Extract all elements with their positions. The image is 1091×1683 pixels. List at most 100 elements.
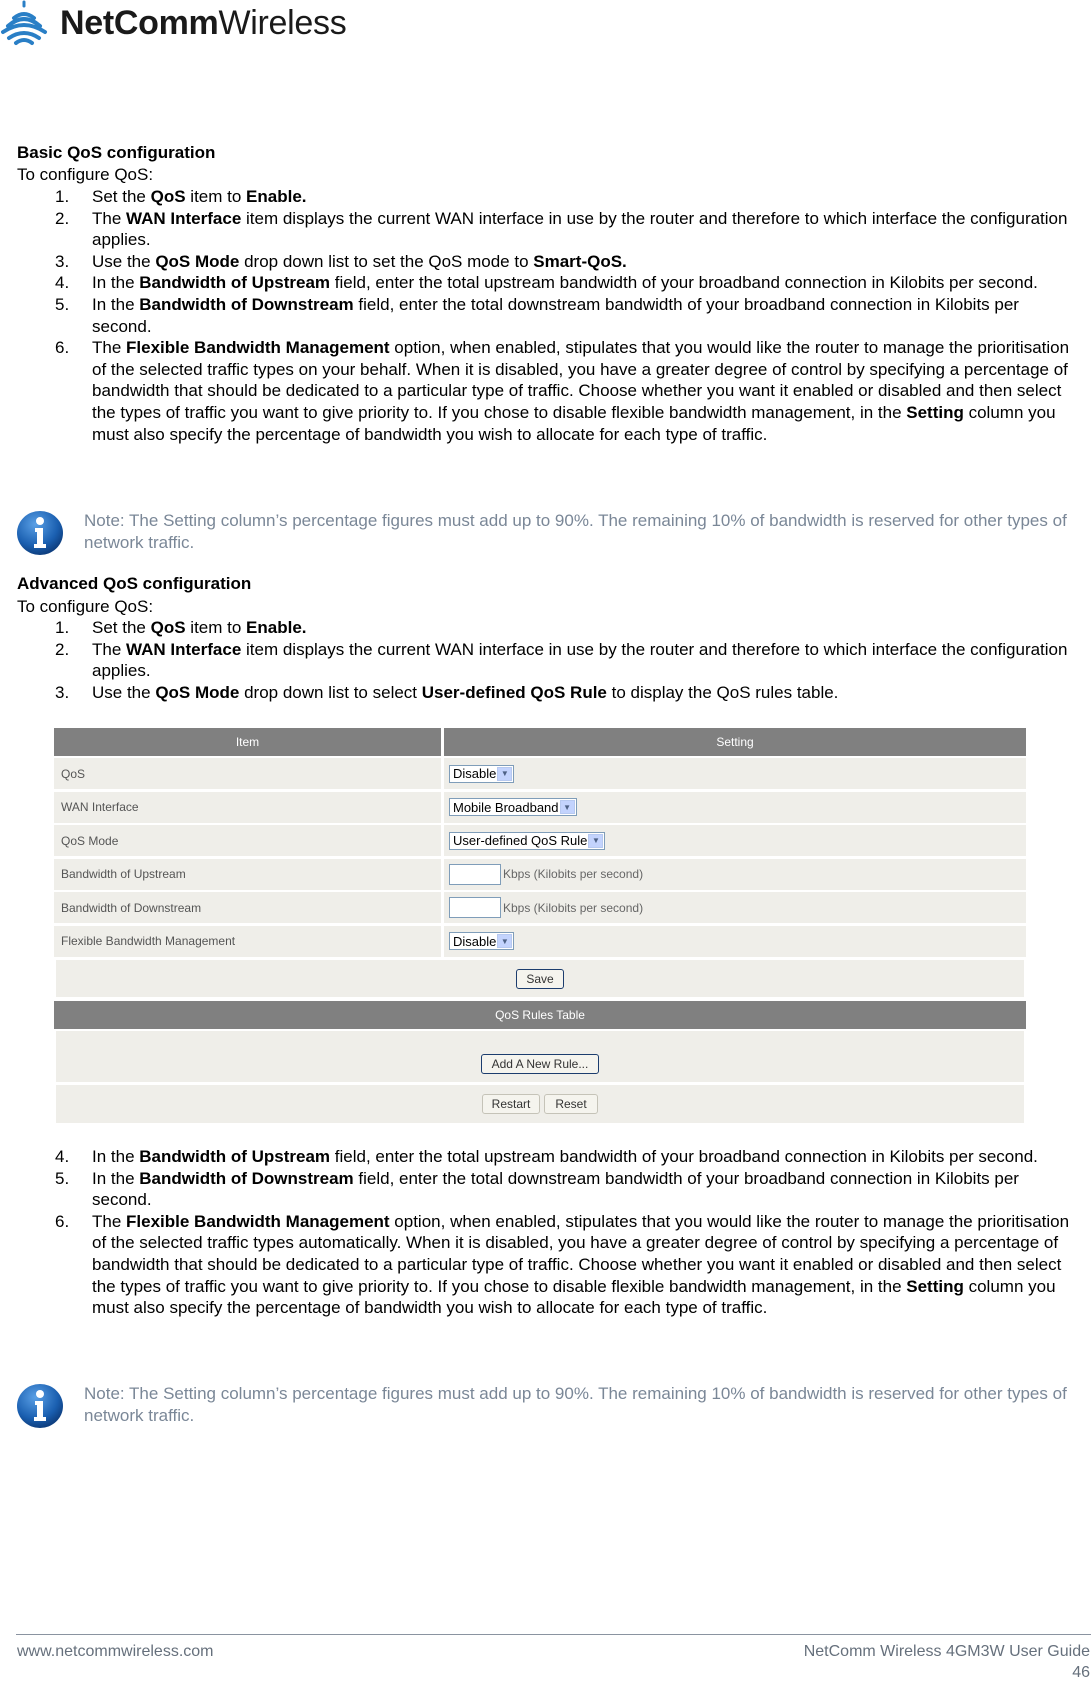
chevron-down-icon[interactable]: ▼ xyxy=(559,800,575,814)
unit-label: Kbps (Kilobits per second) xyxy=(503,900,644,915)
setting-label: QoS xyxy=(54,758,441,789)
chevron-down-icon[interactable]: ▼ xyxy=(588,833,604,848)
bold-term: Enable. xyxy=(246,187,307,206)
setting-dropdown[interactable]: User-defined QoS Rule ▼ xyxy=(449,831,606,850)
setting-label: QoS Mode xyxy=(54,825,441,856)
list-item: 1. Set the QoS item to Enable. xyxy=(0,186,1075,208)
note-text: Note: The Setting column’s percentage fi… xyxy=(84,1384,1067,1425)
step-text: item to xyxy=(185,187,247,206)
setting-cell: Disable ▼ xyxy=(444,758,1026,789)
setting-label: Bandwidth of Upstream xyxy=(54,858,441,890)
step-text: field, enter the total upstream bandwidt… xyxy=(330,273,1038,293)
list-item: 3. Use the QoS Mode drop down list to set… xyxy=(0,251,1075,273)
step-text: The xyxy=(92,338,127,358)
header-item: Item xyxy=(54,728,441,756)
list-number: 6. xyxy=(55,338,70,358)
qos-settings-screenshot: Item Setting QoS Disable ▼ WAN Interface Mob… xyxy=(54,728,1026,1124)
step-text: Use the xyxy=(92,682,156,702)
step-text: Set the xyxy=(92,187,151,206)
footer-website: www.netcommwireless.com xyxy=(17,1643,214,1660)
chevron-down-icon[interactable]: ▼ xyxy=(497,766,513,781)
bold-term: Smart-QoS. xyxy=(533,251,627,271)
step-text: Use the xyxy=(92,251,156,271)
step-text: Set the xyxy=(92,618,151,637)
setting-cell: Kbps (Kilobits per second) xyxy=(444,892,1026,923)
bold-term: QoS Mode xyxy=(155,682,240,702)
note-text: Note: The Setting column’s percentage fi… xyxy=(84,511,1067,552)
step-text: drop down list to select xyxy=(239,682,422,702)
list-item: 6. The Flexible Bandwidth Management opti… xyxy=(0,337,1075,445)
list-item: 3. Use the QoS Mode drop down list to sel… xyxy=(0,682,1075,704)
unit-label: Kbps (Kilobits per second) xyxy=(503,867,644,881)
list-number: 1. xyxy=(55,618,70,637)
setting-dropdown[interactable]: Disable ▼ xyxy=(449,764,515,783)
basic-intro: To configure QoS: xyxy=(17,165,154,184)
bandwidth-input[interactable] xyxy=(449,863,501,885)
basic-qos-heading: Basic QoS configuration xyxy=(17,143,216,162)
bold-term: WAN Interface xyxy=(126,639,242,659)
setting-dropdown[interactable]: Mobile Broadband ▼ xyxy=(449,798,577,816)
list-number: 2. xyxy=(55,208,70,228)
list-item: 2. The WAN Interface item displays the cu… xyxy=(0,639,1075,682)
step-text: The xyxy=(92,1211,127,1231)
step-text: In the xyxy=(92,273,140,293)
page-number: 46 xyxy=(1072,1664,1090,1681)
add-new-rule-button[interactable]: Add A New Rule... xyxy=(481,1054,599,1074)
list-item: 2. The WAN Interface item displays the cu… xyxy=(0,208,1075,251)
list-number: 6. xyxy=(55,1211,70,1231)
footer-guide-title: NetComm Wireless 4GM3W User Guide xyxy=(803,1643,1090,1660)
logo-brand-light: Wireless xyxy=(218,4,347,42)
step-text: In the xyxy=(92,294,140,314)
restart-reset-row: Restart Reset xyxy=(56,1085,1024,1123)
setting-label: Flexible Bandwidth Management xyxy=(54,925,441,957)
bandwidth-input[interactable] xyxy=(449,897,501,918)
bold-term: Setting xyxy=(906,402,964,422)
list-number: 1. xyxy=(55,187,70,206)
qos-rules-table-header: QoS Rules Table xyxy=(54,1001,1026,1029)
dropdown-value: Mobile Broadband xyxy=(453,799,559,815)
save-row: Save xyxy=(56,960,1024,997)
save-button[interactable]: Save xyxy=(516,968,564,989)
step-text: The xyxy=(92,208,127,228)
setting-cell: Kbps (Kilobits per second) xyxy=(444,858,1026,890)
bold-term: QoS Mode xyxy=(155,251,240,271)
setting-label: Bandwidth of Downstream xyxy=(54,892,441,923)
bold-term: QoS xyxy=(150,618,186,637)
chevron-down-icon[interactable]: ▼ xyxy=(497,934,513,948)
bold-term: Setting xyxy=(906,1276,964,1296)
restart-button[interactable]: Restart xyxy=(482,1094,540,1114)
list-item: 1. Set the QoS item to Enable. xyxy=(0,617,1075,639)
reset-button[interactable]: Reset xyxy=(544,1094,598,1114)
dropdown-value: User-defined QoS Rule xyxy=(453,833,588,848)
step-text: to display the QoS rules table. xyxy=(606,682,839,702)
advanced-steps-list-b: 4. In the Bandwidth of Upstream field, en… xyxy=(0,1146,1075,1319)
netcomm-logo: NetCommWireless xyxy=(0,0,347,48)
list-item: 5. In the Bandwidth of Downstream field, … xyxy=(0,294,1075,337)
bold-term: Bandwidth of Upstream xyxy=(139,1147,331,1166)
advanced-qos-heading: Advanced QoS configuration xyxy=(17,574,252,593)
dropdown-value: Disable xyxy=(453,766,497,781)
advanced-intro: To configure QoS: xyxy=(17,597,154,616)
list-number: 2. xyxy=(55,639,70,659)
bold-term: Enable. xyxy=(246,618,307,637)
list-item: 6. The Flexible Bandwidth Management opti… xyxy=(0,1211,1075,1319)
step-text: The xyxy=(92,639,127,659)
bold-term: WAN Interface xyxy=(126,208,242,228)
list-item: 4. In the Bandwidth of Upstream field, en… xyxy=(0,1146,1075,1168)
bold-term: Bandwidth of Downstream xyxy=(139,294,354,314)
setting-dropdown[interactable]: Disable ▼ xyxy=(449,932,515,950)
list-number: 3. xyxy=(55,251,70,271)
step-text: drop down list to set the QoS mode to xyxy=(239,251,534,271)
step-text: item to xyxy=(185,618,247,637)
list-number: 5. xyxy=(55,1168,70,1188)
list-item: 4. In the Bandwidth of Upstream field, en… xyxy=(0,272,1075,294)
list-number: 5. xyxy=(55,294,70,314)
dropdown-value: Disable xyxy=(453,933,497,949)
bold-term: Flexible Bandwidth Management xyxy=(126,338,390,358)
setting-label: WAN Interface xyxy=(54,791,441,823)
bold-term: QoS xyxy=(150,187,186,206)
bold-term: Bandwidth of Downstream xyxy=(139,1168,354,1188)
bold-term: Flexible Bandwidth Management xyxy=(126,1211,390,1231)
logo-wordmark: NetCommWireless xyxy=(60,2,347,44)
wifi-logo-icon xyxy=(1,0,47,45)
